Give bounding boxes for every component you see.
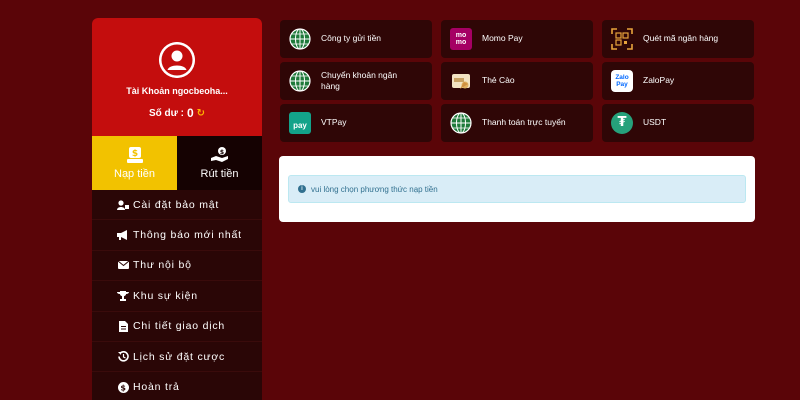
info-alert: i vui lòng chọn phương thức nạp tiền <box>288 175 746 203</box>
megaphone-icon <box>116 230 130 241</box>
zalopay-icon: Zalo Pay <box>611 70 633 92</box>
svg-text:$: $ <box>120 383 126 392</box>
document-icon <box>116 320 130 332</box>
method-label: ZaloPay <box>643 75 675 86</box>
globe-icon <box>289 28 311 50</box>
method-scratch-card[interactable]: Thẻ Cào <box>441 62 593 100</box>
menu-item-label: Hoàn trả <box>133 381 180 394</box>
qr-scan-icon <box>611 28 633 50</box>
method-online-payment[interactable]: Thanh toán trực tuyến <box>441 104 593 142</box>
method-label: Quét mã ngân hàng <box>643 33 719 44</box>
transaction-tabs: $ Nạp tiền $ Rút tiền <box>92 136 262 190</box>
menu-item-bet-history[interactable]: Lịch sử đặt cược <box>92 342 262 373</box>
menu-item-security[interactable]: Cài đặt bảo mật <box>92 190 262 221</box>
method-zalopay[interactable]: Zalo Pay ZaloPay <box>602 62 754 100</box>
method-momo-pay[interactable]: mo mo Momo Pay <box>441 20 593 58</box>
globe-icon <box>450 112 472 134</box>
info-icon: i <box>298 185 306 193</box>
method-usdt[interactable]: ₮ USDT <box>602 104 754 142</box>
menu-item-label: Chi tiết giao dịch <box>133 320 226 333</box>
menu-item-inbox[interactable]: Thư nội bộ <box>92 251 262 282</box>
momo-icon: mo mo <box>450 28 472 50</box>
menu-item-label: Cài đặt bảo mật <box>133 198 220 211</box>
method-label: USDT <box>643 117 667 128</box>
vtpay-icon: pay <box>289 112 311 134</box>
method-label: Momo Pay <box>482 33 523 44</box>
menu-item-refund[interactable]: $ Hoàn trả <box>92 372 262 400</box>
method-label: Thanh toán trực tuyến <box>482 117 566 128</box>
balance-label: Số dư : <box>148 107 184 119</box>
account-name: Tài Khoản ngocbeoha... <box>126 86 228 96</box>
tether-icon-text: ₮ <box>617 114 627 130</box>
method-bank-transfer[interactable]: Chuyển khoản ngân hàng <box>280 62 432 100</box>
svg-text:$: $ <box>131 149 137 159</box>
refresh-icon[interactable]: ↻ <box>197 108 205 119</box>
tab-deposit[interactable]: $ Nạp tiền <box>92 136 177 190</box>
trophy-icon <box>116 290 130 301</box>
payment-methods-grid: Công ty gửi tiền mo mo Momo Pay Quét mã … <box>280 20 756 142</box>
avatar-icon[interactable] <box>159 42 195 78</box>
tab-deposit-label: Nạp tiền <box>114 168 155 180</box>
globe-icon <box>289 70 311 92</box>
method-label: VTPay <box>321 117 347 128</box>
scratch-card-icon <box>450 70 472 92</box>
menu-item-notifications[interactable]: Thông báo mới nhất <box>92 220 262 251</box>
sidebar: Tài Khoản ngocbeoha... Số dư : 0 ↻ $ Nạp… <box>92 18 262 400</box>
menu-item-label: Thư nội bộ <box>133 259 192 272</box>
method-label: Công ty gửi tiền <box>321 33 382 44</box>
method-vtpay[interactable]: pay VTPay <box>280 104 432 142</box>
withdraw-icon: $ <box>210 147 228 162</box>
sidebar-menu: Cài đặt bảo mật Thông báo mới nhất Thư n… <box>92 190 262 400</box>
balance: Số dư : 0 ↻ <box>92 106 262 120</box>
envelope-icon <box>116 261 130 270</box>
tab-withdraw-label: Rút tiền <box>200 168 239 180</box>
vtpay-icon-text: pay <box>293 120 307 130</box>
method-bank-qr[interactable]: Quét mã ngân hàng <box>602 20 754 58</box>
dollar-icon: $ <box>116 381 130 393</box>
tether-icon: ₮ <box>611 112 633 134</box>
account-panel: Tài Khoản ngocbeoha... Số dư : 0 ↻ <box>92 18 262 136</box>
deposit-icon: $ <box>126 147 143 163</box>
menu-item-events[interactable]: Khu sự kiện <box>92 281 262 312</box>
alert-text: vui lòng chọn phương thức nạp tiền <box>311 184 438 194</box>
menu-item-transactions[interactable]: Chi tiết giao dịch <box>92 312 262 342</box>
balance-value: 0 <box>186 106 194 120</box>
menu-item-label: Lịch sử đặt cược <box>133 350 226 363</box>
method-label: Thẻ Cào <box>482 75 515 86</box>
momo-icon-text: mo mo <box>455 32 467 46</box>
tab-withdraw[interactable]: $ Rút tiền <box>177 136 262 190</box>
history-icon <box>116 351 130 362</box>
user-lock-icon <box>116 200 130 210</box>
svg-text:$: $ <box>219 149 223 156</box>
method-company-deposit[interactable]: Công ty gửi tiền <box>280 20 432 58</box>
zalopay-icon-text: Zalo Pay <box>615 74 629 88</box>
menu-item-label: Thông báo mới nhất <box>133 229 242 242</box>
menu-item-label: Khu sự kiện <box>133 289 198 302</box>
deposit-panel: i vui lòng chọn phương thức nạp tiền <box>279 156 755 222</box>
method-label: Chuyển khoản ngân hàng <box>321 69 398 91</box>
